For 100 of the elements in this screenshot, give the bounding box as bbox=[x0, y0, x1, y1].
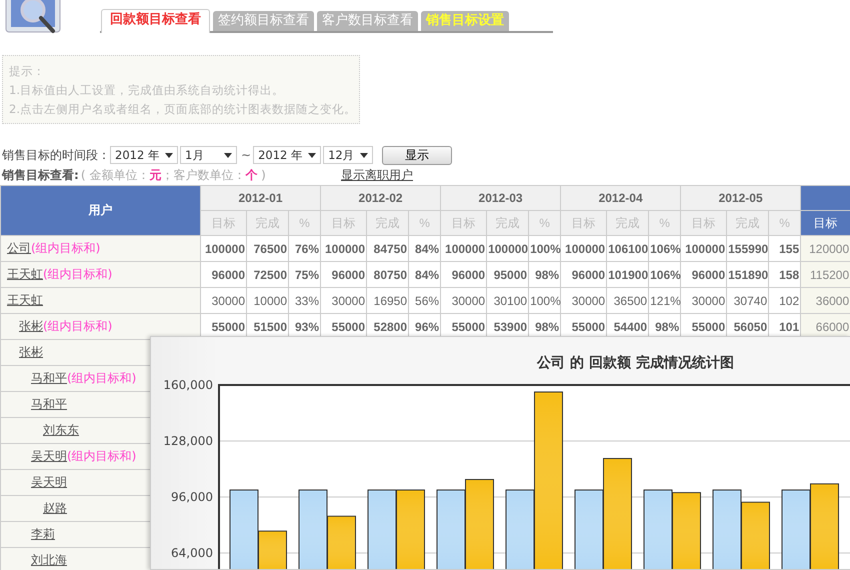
user-link[interactable]: 吴天明 bbox=[31, 475, 67, 489]
table-cell: 100000 bbox=[320, 236, 367, 262]
user-link[interactable]: 吴天明 bbox=[31, 449, 67, 463]
column-header: % bbox=[648, 210, 681, 236]
table-cell: 84% bbox=[408, 236, 441, 262]
month-header: 2012-03 bbox=[440, 186, 561, 210]
user-link[interactable]: 王天虹 bbox=[7, 293, 43, 307]
user-link[interactable]: 刘北海 bbox=[31, 553, 67, 567]
axis-label: 128,000 bbox=[163, 434, 213, 448]
table-cell: 33% bbox=[288, 288, 321, 314]
table-cell: 72500 bbox=[246, 262, 288, 288]
table-cell: 96000 bbox=[560, 262, 607, 288]
range-separator: ~ bbox=[241, 148, 252, 162]
chart-title: 公司 的 回款额 完成情况统计图 bbox=[536, 354, 735, 373]
table-cell: 96000 bbox=[200, 262, 246, 288]
table-cell: 100% bbox=[528, 288, 561, 314]
user-link[interactable]: 马和平 bbox=[31, 397, 67, 411]
table-cell: 84% bbox=[408, 262, 441, 288]
table-cell: 75% bbox=[288, 262, 321, 288]
table-cell: 100000 bbox=[200, 236, 246, 262]
month-header: 2012-04 bbox=[560, 186, 681, 210]
user-link[interactable]: 刘东东 bbox=[43, 423, 79, 437]
unit-note: ( 金额单位：元；客户数单位：个 ) bbox=[80, 167, 266, 184]
table-header: 用户 bbox=[0, 186, 200, 236]
table-cell: 100000 bbox=[680, 236, 727, 262]
header-cell bbox=[800, 186, 850, 210]
group-sum-label: (组内目标和) bbox=[67, 371, 136, 385]
table-cell: 100000 bbox=[560, 236, 607, 262]
user-link[interactable]: 王天虹 bbox=[7, 267, 43, 281]
table-cell: 36500 bbox=[606, 288, 649, 314]
table-cell: 98% bbox=[528, 262, 561, 288]
table-cell: 16950 bbox=[366, 288, 409, 314]
group-sum-label: (组内目标和) bbox=[43, 267, 112, 281]
table-cell: 106% bbox=[648, 262, 681, 288]
tab[interactable]: 回款额目标查看 bbox=[101, 9, 210, 33]
table-cell: 30740 bbox=[726, 288, 769, 314]
table-cell: 10000 bbox=[246, 288, 288, 314]
column-header: 目标 bbox=[800, 210, 850, 236]
column-header: % bbox=[768, 210, 801, 236]
user-link[interactable]: 张彬 bbox=[19, 345, 43, 359]
axis-label: 96,000 bbox=[171, 490, 213, 504]
view-label: 销售目标查看: bbox=[2, 166, 79, 184]
table-cell: 155 bbox=[768, 236, 801, 262]
table-cell: 151890 bbox=[726, 262, 769, 288]
table-cell: 100000 bbox=[440, 236, 487, 262]
user-link[interactable]: 张彬 bbox=[19, 319, 43, 333]
table-cell: 56% bbox=[408, 288, 441, 314]
table-cell: 100% bbox=[528, 236, 561, 262]
table-cell: 102 bbox=[768, 288, 801, 314]
year-select[interactable]: 2012 年 bbox=[253, 146, 322, 164]
table-cell: 36000 bbox=[800, 288, 850, 314]
table-cell: 96000 bbox=[680, 262, 727, 288]
hint-text: 1.目标值由人工设置，完成值由系统自动统计得出。 bbox=[9, 82, 285, 99]
month-header: 2012-01 bbox=[200, 186, 321, 210]
table-cell: 30000 bbox=[200, 288, 246, 314]
table-cell: 106100 bbox=[606, 236, 649, 262]
group-sum-label: (组内目标和) bbox=[67, 449, 136, 463]
caret-icon bbox=[308, 152, 316, 158]
user-link[interactable]: 李莉 bbox=[31, 527, 55, 541]
table-cell: 76500 bbox=[246, 236, 288, 262]
period-label: 销售目标的时间段： bbox=[2, 146, 110, 164]
user-link[interactable]: 马和平 bbox=[31, 371, 67, 385]
month-header: 2012-02 bbox=[320, 186, 441, 210]
month-header: 2012-05 bbox=[680, 186, 801, 210]
user-link[interactable]: 赵路 bbox=[43, 501, 67, 515]
axis-label: 64,000 bbox=[171, 546, 213, 560]
table-cell: 30000 bbox=[560, 288, 607, 314]
column-header: % bbox=[288, 210, 321, 236]
table-cell: 96000 bbox=[440, 262, 487, 288]
table-cell: 76% bbox=[288, 236, 321, 262]
table-cell: 120000 bbox=[800, 236, 850, 262]
caret-icon bbox=[165, 152, 173, 158]
table-cell: 30000 bbox=[440, 288, 487, 314]
table-cell: 121% bbox=[648, 288, 681, 314]
table-cell: 106% bbox=[648, 236, 681, 262]
table-cell: 84750 bbox=[366, 236, 409, 262]
show-button[interactable]: 显示 bbox=[382, 146, 452, 164]
user-link[interactable]: 公司 bbox=[7, 241, 31, 255]
table-cell: 80750 bbox=[366, 262, 409, 288]
caret-icon bbox=[224, 152, 232, 158]
month-select[interactable]: 1月 bbox=[180, 146, 237, 164]
table-cell: 155990 bbox=[726, 236, 769, 262]
table-cell: 115200 bbox=[800, 262, 850, 288]
group-sum-label: (组内目标和) bbox=[31, 241, 100, 255]
month-select[interactable]: 12月 bbox=[323, 146, 374, 164]
table-cell: 95000 bbox=[486, 262, 529, 288]
table-cell: 158 bbox=[768, 262, 801, 288]
hint-title: 提示： bbox=[9, 63, 46, 80]
table-cell: 100000 bbox=[486, 236, 529, 262]
year-select[interactable]: 2012 年 bbox=[110, 146, 178, 164]
table-cell: 101900 bbox=[606, 262, 649, 288]
group-sum-label: (组内目标和) bbox=[43, 319, 112, 333]
table-cell: 30100 bbox=[486, 288, 529, 314]
show-resigned-users-link[interactable]: 显示离职用户 bbox=[341, 166, 413, 184]
column-header: % bbox=[408, 210, 441, 236]
axis-label: 160,000 bbox=[163, 378, 213, 392]
table-cell: 30000 bbox=[320, 288, 367, 314]
table-cell: 96000 bbox=[320, 262, 367, 288]
column-header: % bbox=[528, 210, 561, 236]
hint-text: 2.点击左侧用户名或者组名，页面底部的统计图表数据随之变化。 bbox=[9, 101, 353, 118]
